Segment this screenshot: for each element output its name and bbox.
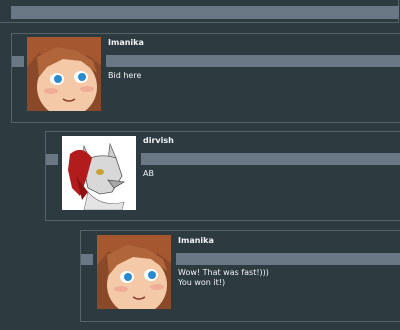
comment-tab — [81, 254, 93, 265]
avatar[interactable] — [27, 37, 101, 111]
comment-text: AB — [143, 169, 154, 178]
comment-header-bar — [141, 153, 400, 165]
comment-header-bar — [176, 253, 400, 265]
avatar[interactable] — [62, 136, 136, 210]
avatar[interactable] — [97, 235, 171, 309]
comment-header-bar — [11, 6, 399, 19]
wolf-character-avatar-icon — [62, 136, 136, 210]
username[interactable]: Imanika — [178, 236, 214, 245]
comment-box: dirvish AB — [45, 131, 400, 221]
comment-header-bar — [106, 55, 400, 67]
comment-text: Bid here — [108, 71, 142, 80]
username[interactable]: dirvish — [143, 136, 174, 145]
comment-box: Imanika Bid here — [11, 33, 400, 123]
comment-tab — [12, 56, 24, 67]
comment-box-top — [0, 0, 399, 23]
comment-text: Wow! That was fast!))) You won it!) — [178, 268, 269, 287]
comment-box: Imanika Wow! That was fast!))) You won i… — [80, 230, 400, 322]
anime-character-avatar-icon — [27, 37, 101, 111]
anime-character-avatar-icon — [97, 235, 171, 309]
comment-tab — [46, 154, 58, 165]
username[interactable]: Imanika — [108, 38, 144, 47]
